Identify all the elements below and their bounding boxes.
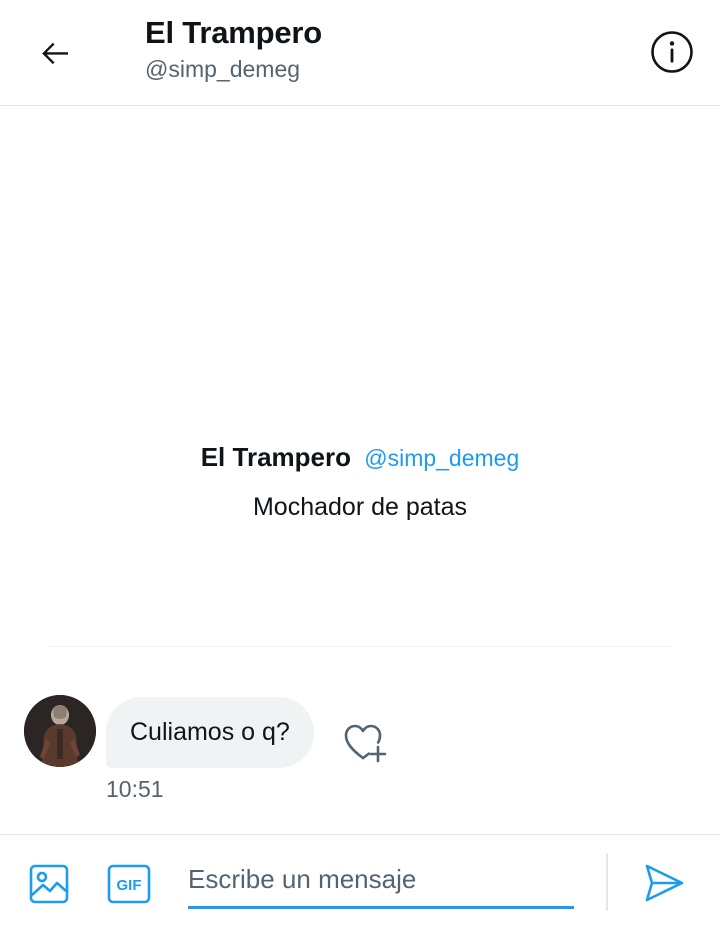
image-icon <box>29 864 69 904</box>
send-button[interactable] <box>636 855 692 911</box>
send-icon <box>645 864 684 902</box>
composer-separator <box>606 853 608 911</box>
message-input[interactable] <box>188 853 574 906</box>
gif-icon: GIF <box>107 864 151 904</box>
info-icon <box>651 31 693 73</box>
arrow-left-icon <box>42 42 68 65</box>
message-timestamp: 10:51 <box>106 776 164 802</box>
message-text: Culiamos o q? <box>130 718 290 746</box>
profile-name: El Trampero <box>200 442 351 472</box>
message-composer: GIF <box>0 834 720 929</box>
profile-handle[interactable]: @simp_demeg <box>364 445 519 471</box>
conversation-handle: @simp_demeg <box>145 56 301 82</box>
add-reaction-button[interactable] <box>338 718 392 768</box>
divider <box>48 646 672 647</box>
conversation-info-button[interactable] <box>646 26 698 78</box>
heart-plus-icon <box>344 724 387 763</box>
avatar-image <box>24 695 96 767</box>
avatar[interactable] <box>24 695 96 767</box>
header-title-block: El Trampero @simp_demeg <box>145 14 322 84</box>
gif-label: GIF <box>117 877 142 894</box>
add-gif-button[interactable]: GIF <box>102 857 156 911</box>
message-input-wrapper <box>188 853 574 909</box>
conversation-title: El Trampero <box>145 15 322 50</box>
profile-summary[interactable]: El Trampero @simp_demeg <box>0 440 720 475</box>
profile-bio: Mochador de patas <box>252 493 468 521</box>
back-button[interactable] <box>30 27 82 79</box>
conversation-header: El Trampero @simp_demeg <box>0 0 720 106</box>
message-bubble[interactable]: Culiamos o q? <box>106 697 314 768</box>
add-media-button[interactable] <box>22 857 76 911</box>
